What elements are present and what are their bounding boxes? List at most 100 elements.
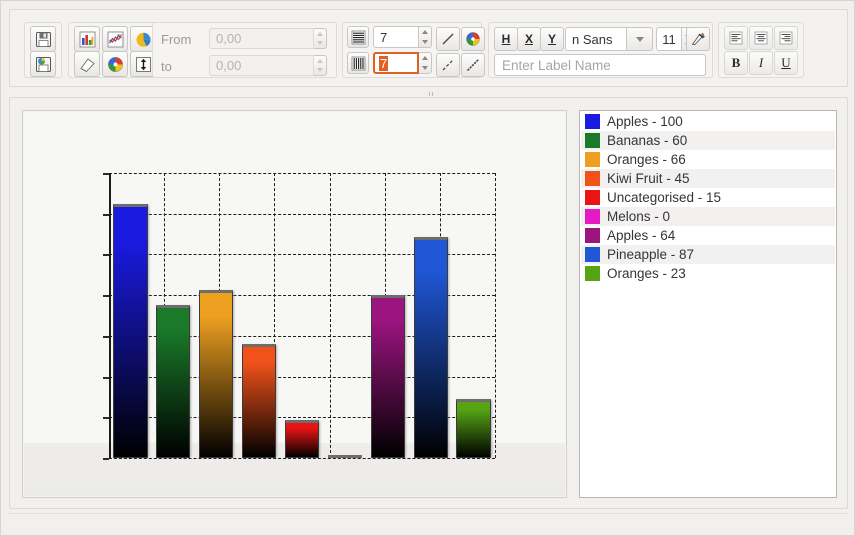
legend-item[interactable]: Apples - 100: [581, 112, 835, 131]
xaxis-label-button[interactable]: X: [517, 27, 541, 51]
grid-dot-style-button[interactable]: [461, 53, 485, 77]
floppy-open-icon: [35, 56, 51, 72]
horizontal-lines-icon: [351, 30, 365, 44]
yaxis-label-text: Y: [547, 32, 556, 46]
chart-bar[interactable]: [413, 236, 448, 458]
chart-bar[interactable]: [199, 290, 234, 458]
grid-line-horizontal: [109, 458, 495, 459]
range-from-spinner[interactable]: [314, 28, 327, 49]
main-area: Apples - 100 Bananas - 60 Oranges - 66 Kiwi…: [9, 97, 848, 509]
grid-toolgroup: 7 7: [342, 22, 485, 78]
range-toolgroup: From 0,00 to 0,00: [152, 22, 337, 78]
legend-color-swatch: [585, 266, 600, 281]
open-chart-button[interactable]: [30, 51, 56, 77]
font-size-input[interactable]: 11: [656, 27, 682, 51]
vertical-grid-spinner[interactable]: [419, 52, 432, 74]
chart-bar[interactable]: [113, 203, 148, 458]
legend-pane[interactable]: Apples - 100 Bananas - 60 Oranges - 66 Kiwi…: [579, 110, 837, 498]
underline-label: U: [781, 55, 791, 70]
legend-color-swatch: [585, 247, 600, 262]
font-family-combo[interactable]: n Sans: [565, 27, 627, 51]
grid-line-style-button[interactable]: [436, 27, 460, 51]
toolbar: From 0,00 to 0,00 7 7 H X Y n Sans 11 En…: [9, 9, 848, 87]
legend-item[interactable]: Oranges - 23: [581, 264, 835, 283]
chart-bar[interactable]: [370, 295, 405, 458]
label-toolgroup: H X Y n Sans 11 Enter Label Name: [488, 22, 713, 78]
range-to-spinner[interactable]: [314, 55, 327, 76]
y-axis-tick: [103, 458, 109, 460]
horizontal-grid-button[interactable]: [347, 26, 369, 48]
chart-bar[interactable]: [241, 343, 277, 458]
grid-line-color-button[interactable]: [461, 27, 485, 51]
legend-item[interactable]: Oranges - 66: [581, 150, 835, 169]
legend-item-label: Melons - 0: [607, 209, 671, 224]
align-right-button[interactable]: [774, 26, 798, 50]
horizontal-grid-spinner[interactable]: [419, 26, 432, 48]
chart-bar[interactable]: [327, 455, 363, 458]
range-to-label: to: [161, 59, 172, 74]
range-to-input[interactable]: 0,00: [209, 55, 314, 76]
legend-item[interactable]: Melons - 0: [581, 207, 835, 226]
bar-chart-icon: [79, 31, 95, 47]
legend-item[interactable]: Apples - 64: [581, 226, 835, 245]
vertical-lines-icon: [351, 56, 365, 70]
plot-area: [103, 173, 496, 460]
resize-vertical-icon: [135, 56, 151, 72]
charttype-toolgroup: [68, 22, 158, 78]
color-palette-button[interactable]: [102, 51, 128, 77]
save-chart-button[interactable]: [30, 26, 56, 52]
legend-item-label: Kiwi Fruit - 45: [607, 171, 690, 186]
vertical-grid-button[interactable]: [347, 52, 369, 74]
legend-item-label: Uncategorised - 15: [607, 190, 722, 205]
chart-pane[interactable]: [22, 110, 567, 498]
horizontal-grid-count-input[interactable]: 7: [373, 26, 419, 48]
vertical-grid-count-value: 7: [379, 55, 389, 71]
legend-list[interactable]: Apples - 100 Bananas - 60 Oranges - 66 Kiwi…: [581, 112, 835, 283]
range-from-input[interactable]: 0,00: [209, 28, 314, 49]
legend-color-swatch: [585, 152, 600, 167]
legend-item-label: Bananas - 60: [607, 133, 688, 148]
align-center-icon: [754, 31, 768, 45]
legend-item[interactable]: Bananas - 60: [581, 131, 835, 150]
bold-button[interactable]: B: [724, 51, 748, 75]
pie-chart-icon: [136, 32, 151, 47]
line-chart-button[interactable]: [102, 26, 128, 52]
font-family-chevron-down-icon[interactable]: [627, 27, 653, 51]
underline-button[interactable]: U: [774, 51, 798, 75]
grid-dash-style-button[interactable]: [436, 53, 460, 77]
chart-bar[interactable]: [156, 305, 191, 458]
vertical-grid-count-input[interactable]: 7: [373, 52, 419, 74]
file-toolgroup: [24, 22, 62, 78]
chart-bar[interactable]: [456, 399, 491, 458]
legend-item-label: Apples - 64: [607, 228, 676, 243]
chart-canvas[interactable]: [24, 112, 565, 496]
palette-icon: [466, 32, 480, 46]
legend-item[interactable]: Uncategorised - 15: [581, 188, 835, 207]
range-from-label: From: [161, 32, 192, 47]
palette-icon: [107, 56, 123, 72]
legend-color-swatch: [585, 228, 600, 243]
bar-chart-button[interactable]: [74, 26, 100, 52]
floppy-disk-icon: [35, 31, 51, 47]
align-left-icon: [729, 31, 743, 45]
font-color-button[interactable]: [686, 27, 710, 51]
xaxis-label-text: X: [524, 32, 533, 46]
font-color-icon: [691, 32, 705, 45]
align-center-button[interactable]: [749, 26, 773, 50]
legend-item[interactable]: Kiwi Fruit - 45: [581, 169, 835, 188]
yaxis-label-button[interactable]: Y: [540, 27, 564, 51]
align-left-button[interactable]: [724, 26, 748, 50]
pane-splitter-handle[interactable]: [421, 91, 441, 96]
label-name-input[interactable]: Enter Label Name: [494, 54, 706, 76]
italic-button[interactable]: I: [749, 51, 773, 75]
dotted-line-icon: [467, 59, 479, 71]
area-chart-button[interactable]: [74, 51, 100, 77]
header-label-button[interactable]: H: [494, 27, 518, 51]
chart-bar[interactable]: [284, 419, 320, 458]
italic-label: I: [758, 55, 764, 70]
legend-color-swatch: [585, 133, 600, 148]
legend-color-swatch: [585, 171, 600, 186]
align-right-icon: [779, 31, 793, 45]
label-name-placeholder: Enter Label Name: [502, 57, 611, 73]
legend-item[interactable]: Pineapple - 87: [581, 245, 835, 264]
